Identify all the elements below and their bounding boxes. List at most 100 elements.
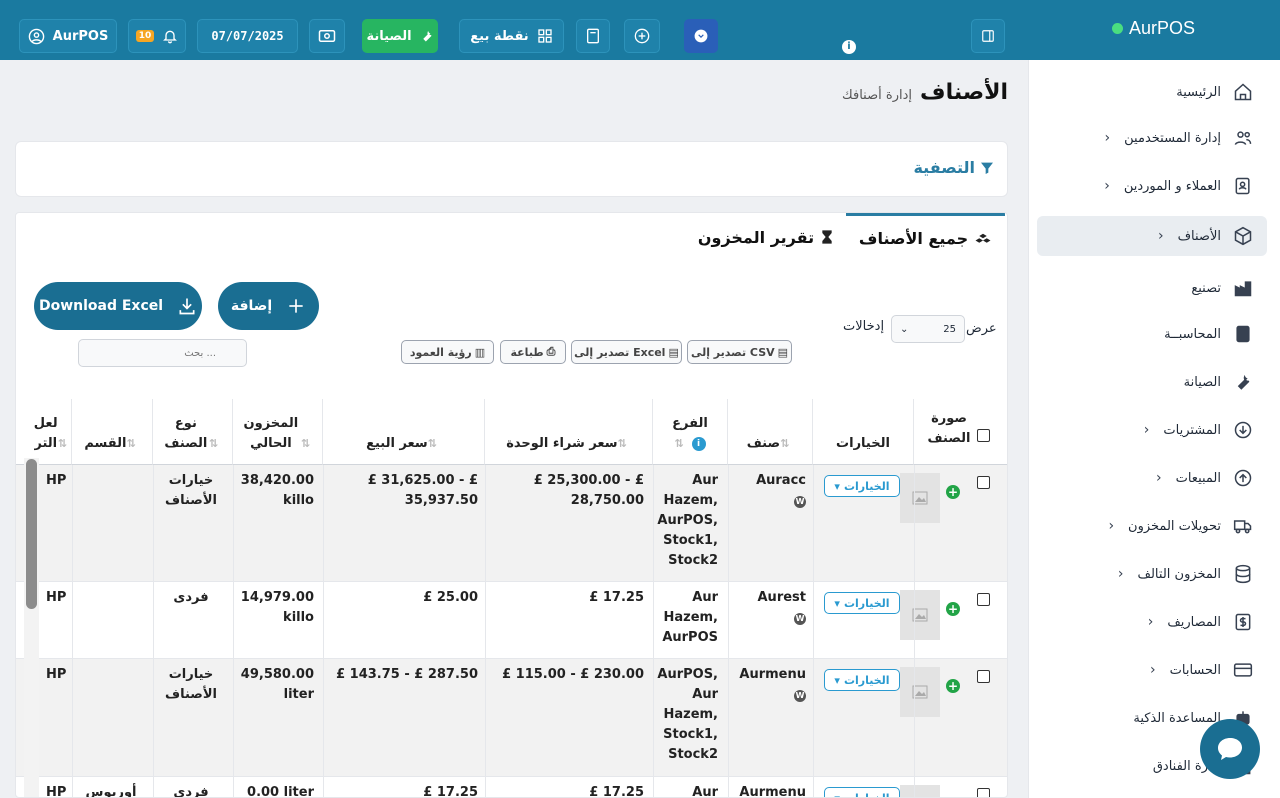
col-header-type-label: نوع الصنف [164,416,208,451]
expand-row-icon[interactable]: + [946,602,960,616]
maintenance-label: الصيانة [366,28,412,44]
notifications-button[interactable]: 10 [128,19,186,53]
col-header-branch[interactable]: الفرع ⇅ i [653,399,728,465]
sidebar-toggle-button[interactable] [971,19,1005,53]
brand-logo[interactable]: AurPOS [1112,18,1195,39]
show-label: عرض [966,321,997,336]
col-header-unit-cost[interactable]: سعر شراء الوحدة ⇅ [485,399,653,465]
table-row[interactable]: + ▾ الخيارات Aurest W Aur Hazem, AurPOS £ 17.2… [16,582,1007,659]
select-all-checkbox[interactable] [977,429,990,442]
cubes-icon [975,233,991,243]
export-csv-button[interactable]: تصدير إلى CSV ▤ [687,340,792,364]
sidebar-item-12[interactable]: المصاريف ‹ [1037,602,1267,642]
filter-toggle[interactable]: التصفية [913,158,995,177]
bell-icon [163,30,178,44]
chevron-down-icon: ▾ [834,479,840,493]
quick-add-button[interactable] [624,19,660,53]
sidebar-item-7[interactable]: الصيانة [1037,362,1267,402]
page-length-value: 25 [943,323,956,335]
user-menu-button[interactable]: AurPOS [19,19,117,53]
search-input[interactable] [78,339,247,367]
item-name-cell[interactable]: AurmenuW [731,777,806,797]
filter-label: التصفية [913,158,975,177]
sort-asc-icon: ⇅ [780,437,790,450]
panel-toggle-icon [982,30,994,42]
expand-row-icon[interactable]: + [946,679,960,693]
row-options-button[interactable]: ▾ الخيارات [824,787,900,797]
expand-row-icon[interactable]: + [946,485,960,499]
sidebar-item-10[interactable]: تحويلات المخزون ‹ [1037,506,1267,546]
sidebar-item-label: المشتريات [1163,422,1221,438]
filter-card[interactable]: التصفية [15,141,1008,197]
item-name-cell[interactable]: AurmenuW [731,659,806,705]
item-name: Auracc [756,473,806,488]
sidebar-item-8[interactable]: المشتريات ‹ [1037,410,1267,450]
wordpress-icon: W [794,613,806,625]
sale-price-cell: £ 143.75 - £ 287.50 [336,667,478,682]
row-checkbox[interactable] [977,593,990,606]
tab-all-items[interactable]: جميع الأصناف [846,213,1005,261]
cash-register-button[interactable] [309,19,345,53]
row-options-button[interactable]: ▾ الخيارات [824,592,900,614]
col-header-image[interactable]: صورة الصنف [914,399,1007,465]
column-visibility-button[interactable]: رؤية العمود ▥ [401,340,494,364]
sidebar-item-13[interactable]: الحسابات ‹ [1037,650,1267,690]
chevron-down-icon: ▾ [834,596,840,610]
sidebar-item-5[interactable]: تصنيع [1037,268,1267,308]
item-name: Aurmenu [739,667,806,682]
sidebar-item-label: الأصناف [1177,228,1221,244]
col-header-category[interactable]: القسم ⇅ [72,399,153,465]
table-row[interactable]: +▾الخياراتAurmenuWAur£ 17.25£ 17.250.00 … [16,777,1007,798]
sidebar-item-11[interactable]: المخزون التالف ‹ [1037,554,1267,594]
row-checkbox[interactable] [977,670,990,683]
dropdown-toggle-button[interactable] [684,19,718,53]
status-dot-icon [1112,23,1123,34]
add-item-button[interactable]: إضافة [218,282,319,330]
branch-cell: Aur [692,785,718,798]
print-label: طباعة [510,345,544,359]
item-name-cell[interactable]: Aurest W [731,582,806,628]
database-icon [1233,564,1253,584]
col-header-sale-price[interactable]: سعر البيع ⇅ [323,399,485,465]
chat-button[interactable] [1200,719,1260,779]
row-options-button[interactable]: ▾ الخيارات [824,669,900,691]
sidebar-item-4[interactable]: الأصناف ‹ [1037,216,1267,256]
col-header-item[interactable]: صنف ⇅ [728,399,813,465]
items-card: جميع الأصناف تقرير المخزون Download Exce… [15,212,1008,798]
maintenance-button[interactable]: الصيانة [362,19,438,53]
print-button[interactable]: طباعة ⎙ [500,340,566,364]
sidebar-item-6[interactable]: المحاسبــة [1037,314,1267,354]
row-options-button[interactable]: ▾ الخيارات [824,475,900,497]
table-row[interactable]: + ▾ الخيارات Aurmenu W AurPOS, Aur Hazem, Sto… [16,659,1007,777]
type-cell: خيارات الأصناف [165,473,217,508]
filter-icon [981,162,993,174]
row-checkbox[interactable] [977,788,990,797]
info-icon[interactable]: i [842,40,856,54]
column-divider [813,465,814,797]
dollar-icon [1233,612,1253,632]
col-header-type[interactable]: نوع الصنف ⇅ [153,399,233,465]
scrollbar-thumb[interactable] [26,459,37,609]
page-length-select[interactable]: ⌄ 25 [891,315,965,343]
upload-circle-icon [1233,468,1253,488]
sidebar-item-9[interactable]: المبيعات ‹ [1037,458,1267,498]
export-excel-button[interactable]: تصدير إلى Excel ▤ [571,340,682,364]
tab-stock-report[interactable]: تقرير المخزون [696,213,836,261]
unit-cost-cell: £ 115.00 - £ 230.00 [502,667,644,682]
sidebar-item-1[interactable]: الرئيسية [1037,72,1267,112]
pos-button[interactable]: نقطة بيع [459,19,564,53]
date-display[interactable]: 07/07/2025 [197,19,298,53]
row-checkbox[interactable] [977,476,990,489]
download-excel-button[interactable]: Download Excel [34,282,202,330]
col-header-stock[interactable]: المخزون الحالي ⇅ [233,399,323,465]
col-header-brand[interactable]: العل التر⇅ [16,399,72,465]
book-icon [1233,324,1253,344]
calculator-button[interactable] [576,19,610,53]
sort-icon: ⇅ [674,437,684,450]
col-header-image-label: صورة الصنف [927,411,971,446]
table-row[interactable]: + ▾ الخيارات Auracc W Aur Hazem, AurPOS, Stoc… [16,465,1007,582]
sidebar-item-3[interactable]: العملاء و الموردين ‹ [1037,166,1267,206]
sale-price-cell: £ 31,625.00 - £ 35,937.50 [367,473,478,508]
sidebar-item-2[interactable]: إدارة المستخدمين ‹ [1037,118,1267,158]
item-name-cell[interactable]: Auracc W [731,465,806,511]
